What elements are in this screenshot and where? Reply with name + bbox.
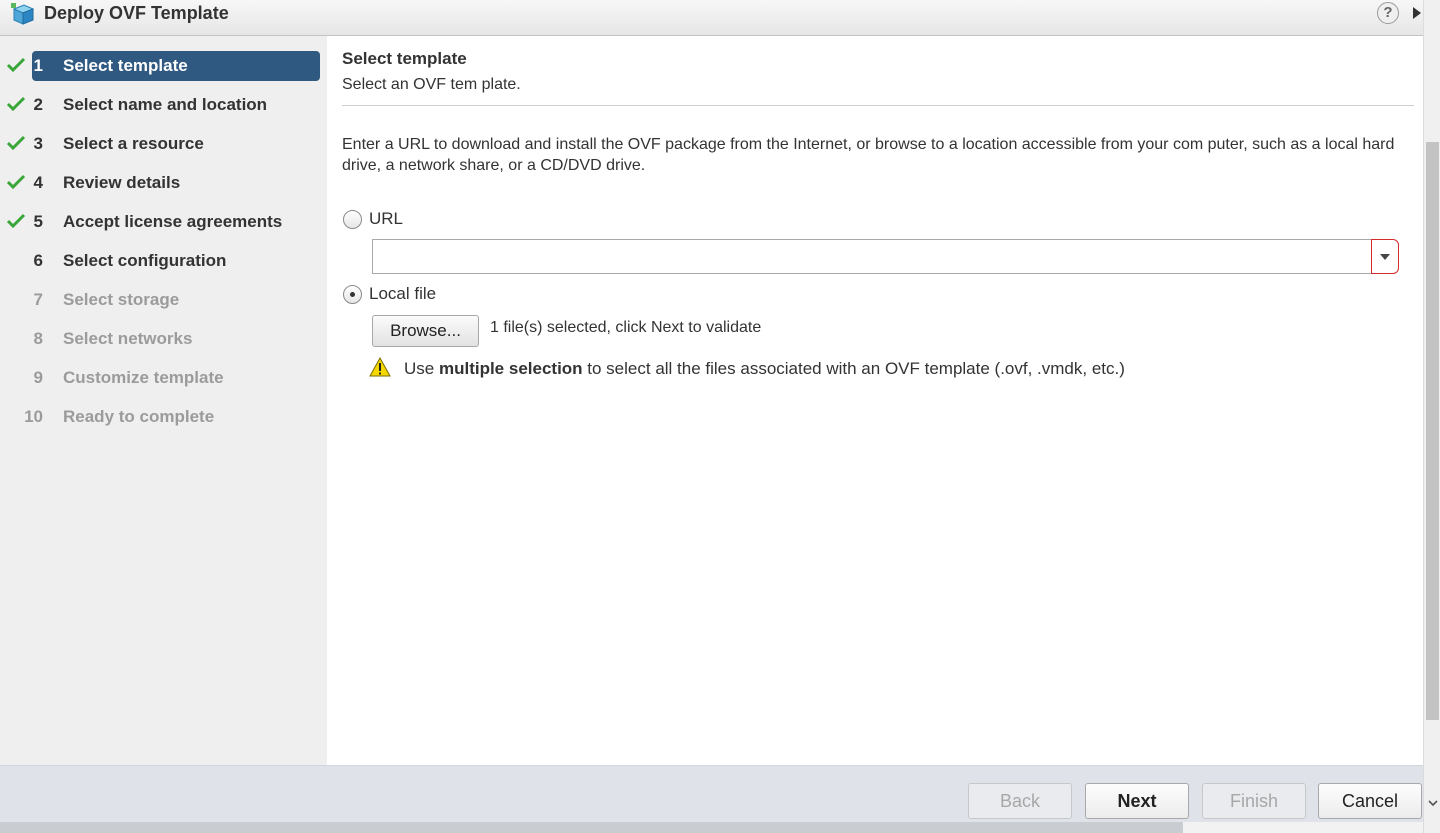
step-select-configuration[interactable]: 6 Select configuration (0, 246, 327, 276)
radio-selected-dot (350, 292, 355, 297)
ovf-package-icon (11, 3, 35, 25)
step-number: 9 (33, 368, 43, 387)
url-input[interactable] (373, 240, 1371, 273)
scroll-down-icon[interactable] (1428, 798, 1438, 808)
file-selection-status: 1 file(s) selected, click Next to valida… (490, 319, 762, 336)
step-number: 6 (33, 251, 43, 270)
checkmark-icon (6, 57, 26, 73)
checkmark-icon (6, 96, 26, 112)
url-radio[interactable] (343, 210, 362, 229)
bottom-scroll-strip (0, 822, 1183, 833)
help-button[interactable]: ? (1377, 2, 1399, 24)
url-combobox[interactable] (372, 239, 1372, 274)
dialog-title: Deploy OVF Template (44, 3, 229, 23)
local-file-radio-label[interactable]: Local file (369, 284, 436, 304)
step-review-details[interactable]: 4 Review details (0, 168, 327, 198)
hint-prefix: Use (404, 359, 439, 378)
step-label: Select networks (63, 329, 193, 348)
page-title: Select template (342, 49, 467, 68)
step-select-resource[interactable]: 3 Select a resource (0, 129, 327, 159)
checkmark-icon (6, 174, 26, 190)
back-button[interactable]: Back (968, 783, 1072, 819)
hint-suffix: to select all the files associated with … (582, 359, 1125, 378)
warning-icon (369, 357, 391, 377)
step-number: 10 (24, 407, 43, 426)
next-button[interactable]: Next (1085, 783, 1189, 819)
step-label: Select template (63, 56, 188, 75)
step-ready-to-complete: 10 Ready to complete (0, 402, 327, 432)
step-number: 8 (33, 329, 43, 348)
step-content-panel: Select template Select an OVF tem plate.… (327, 36, 1423, 765)
step-customize-template: 9 Customize template (0, 363, 327, 393)
step-label: Review details (63, 173, 181, 192)
url-radio-label[interactable]: URL (369, 209, 403, 229)
page-description: Enter a URL to download and install the … (342, 136, 1395, 174)
step-label: Select storage (63, 290, 180, 309)
dialog-titlebar: Deploy OVF Template ? (0, 0, 1423, 36)
step-number: 4 (33, 173, 43, 192)
step-label: Accept license agreements (63, 212, 283, 231)
step-select-networks: 8 Select networks (0, 324, 327, 354)
checkmark-icon (6, 135, 26, 151)
step-number: 5 (33, 212, 43, 231)
scrollbar-thumb[interactable] (1426, 142, 1439, 720)
step-label: Customize template (63, 368, 224, 387)
step-label: Ready to complete (63, 407, 215, 426)
hint-emphasis: multiple selection (438, 359, 583, 378)
cancel-button[interactable]: Cancel (1318, 783, 1422, 819)
step-select-storage: 7 Select storage (0, 285, 327, 315)
step-number: 2 (33, 95, 43, 114)
step-label: Select configuration (63, 251, 227, 270)
wizard-steps-sidebar: 1 Select template 2 Select name and loca… (0, 36, 327, 765)
step-number: 7 (33, 290, 43, 309)
multiple-selection-hint: Use multiple selection to select all the… (404, 359, 1125, 379)
header-divider (342, 105, 1414, 106)
step-select-template[interactable]: 1 Select template (0, 51, 327, 81)
checkmark-icon (6, 213, 26, 229)
step-accept-license[interactable]: 5 Accept license agreements (0, 207, 327, 237)
local-file-radio[interactable] (343, 285, 362, 304)
chevron-down-icon (1380, 254, 1390, 260)
page-subtitle: Select an OVF tem plate. (342, 76, 521, 93)
url-dropdown-button[interactable] (1371, 239, 1399, 274)
finish-button[interactable]: Finish (1202, 783, 1306, 819)
step-label: Select a resource (63, 134, 204, 153)
bottom-corner (1183, 822, 1423, 833)
step-number: 3 (33, 134, 43, 153)
step-number: 1 (33, 56, 43, 75)
step-label: Select name and location (63, 95, 268, 114)
step-select-name-location[interactable]: 2 Select name and location (0, 90, 327, 120)
vertical-scrollbar[interactable] (1423, 0, 1440, 833)
browse-button[interactable]: Browse... (372, 315, 479, 347)
expand-arrow-icon[interactable] (1411, 4, 1423, 22)
